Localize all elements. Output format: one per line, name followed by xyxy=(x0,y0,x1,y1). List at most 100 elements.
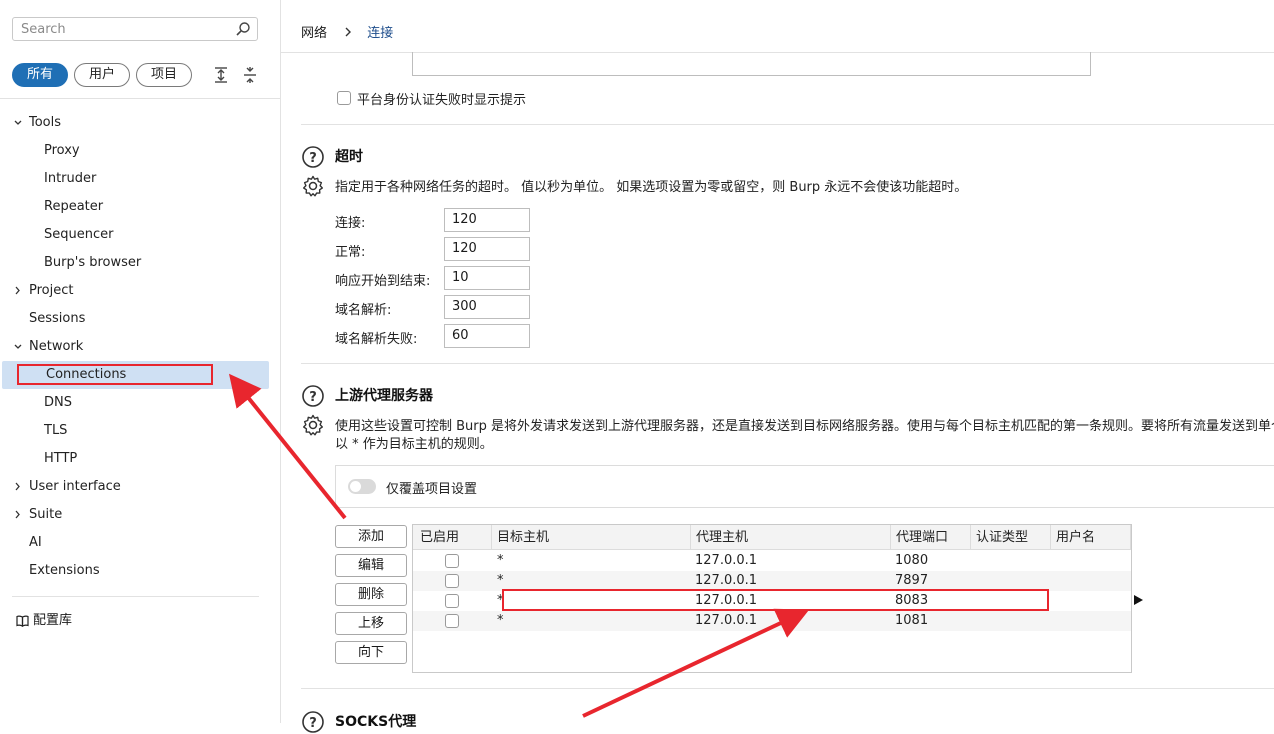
help-icon[interactable]: ? xyxy=(301,145,325,169)
settings-sidebar: 所有 用户 项目 Tools Proxy Intruder Repeater Seque… xyxy=(0,0,281,723)
timeout-input[interactable]: 120 xyxy=(444,237,530,261)
col-proxy-port-header[interactable]: 代理端口 xyxy=(891,525,971,550)
sidebar-item-label: Intruder xyxy=(44,171,97,186)
cell-proxy-host: 127.0.0.1 xyxy=(695,613,758,628)
sidebar-item-label: Burp's browser xyxy=(44,255,142,270)
move-up-button[interactable]: 上移 xyxy=(335,612,407,635)
help-icon[interactable]: ? xyxy=(301,710,325,734)
sidebar-item-repeater[interactable]: Repeater xyxy=(0,193,270,221)
svg-text:?: ? xyxy=(309,151,317,166)
chevron-right-icon[interactable] xyxy=(12,501,24,529)
upstream-description-line1: 使用这些设置可控制 Burp 是将外发请求发送到上游代理服务器，还是直接发送到目… xyxy=(335,419,1274,434)
chevron-right-icon[interactable] xyxy=(12,473,24,501)
platform-auth-checkbox[interactable] xyxy=(337,91,351,105)
chevron-right-icon[interactable] xyxy=(12,277,24,305)
table-row[interactable] xyxy=(413,611,1131,631)
filter-all-button[interactable]: 所有 xyxy=(12,63,68,87)
timeout-label: 连接: xyxy=(335,216,366,231)
sidebar-item-dns[interactable]: DNS xyxy=(0,389,270,417)
timeout-input[interactable]: 300 xyxy=(444,295,530,319)
table-row[interactable] xyxy=(413,551,1131,571)
sidebar-item-sessions[interactable]: Sessions xyxy=(0,305,270,333)
cell-proxy-host: 127.0.0.1 xyxy=(695,573,758,588)
sidebar-item-label: HTTP xyxy=(44,451,78,466)
sidebar-item-tools[interactable]: Tools xyxy=(0,109,270,137)
timeout-label: 域名解析失败: xyxy=(335,332,418,347)
book-icon xyxy=(16,615,29,627)
col-proxy-host-header[interactable]: 代理主机 xyxy=(691,525,891,550)
move-down-button[interactable]: 向下 xyxy=(335,641,407,664)
sidebar-item-suite[interactable]: Suite xyxy=(0,501,270,529)
row-enabled-checkbox[interactable] xyxy=(445,614,459,628)
cell-target: * xyxy=(497,613,504,628)
row-enabled-checkbox[interactable] xyxy=(445,554,459,568)
breadcrumb-parent[interactable]: 网络 xyxy=(301,26,327,41)
row-enabled-checkbox[interactable] xyxy=(445,594,459,608)
gear-icon[interactable] xyxy=(301,413,325,437)
sidebar-item-sequencer[interactable]: Sequencer xyxy=(0,221,270,249)
sidebar-item-network[interactable]: Network xyxy=(0,333,270,361)
socks-title: SOCKS代理 xyxy=(335,714,417,730)
help-icon[interactable]: ? xyxy=(301,384,325,408)
sidebar-item-label: Network xyxy=(29,339,84,354)
sidebar-item-label: Project xyxy=(29,283,74,298)
section-divider xyxy=(301,124,1274,125)
search-box[interactable] xyxy=(12,17,258,41)
col-target-host-header[interactable]: 目标主机 xyxy=(492,525,691,550)
remove-button[interactable]: 删除 xyxy=(335,583,407,606)
filter-project-button[interactable]: 项目 xyxy=(136,63,192,87)
upstream-title: 上游代理服务器 xyxy=(335,388,433,404)
gear-icon[interactable] xyxy=(301,174,325,198)
expand-all-icon[interactable] xyxy=(212,66,230,84)
search-input[interactable] xyxy=(21,19,221,39)
cell-proxy-port: 1081 xyxy=(895,613,929,628)
sidebar-item-http[interactable]: HTTP xyxy=(0,445,270,473)
timeout-label: 域名解析: xyxy=(335,303,392,318)
sidebar-item-proxy[interactable]: Proxy xyxy=(0,137,270,165)
previous-text-area[interactable] xyxy=(412,52,1091,76)
table-row[interactable] xyxy=(413,571,1131,591)
row-enabled-checkbox[interactable] xyxy=(445,574,459,588)
chevron-down-icon[interactable] xyxy=(12,333,24,361)
chevron-right-icon xyxy=(345,27,352,37)
collapse-all-icon[interactable] xyxy=(241,66,259,84)
play-arrow-icon[interactable] xyxy=(1134,595,1143,605)
sidebar-item-tls[interactable]: TLS xyxy=(0,417,270,445)
edit-button[interactable]: 编辑 xyxy=(335,554,407,577)
sidebar-item-label: User interface xyxy=(29,479,121,494)
timeout-input[interactable]: 60 xyxy=(444,324,530,348)
config-library-label: 配置库 xyxy=(33,613,73,628)
search-icon[interactable] xyxy=(235,21,251,37)
sidebar-item-label: Sessions xyxy=(29,311,86,326)
timeout-label: 正常: xyxy=(335,245,366,260)
col-enabled-header[interactable]: 已启用 xyxy=(416,525,492,550)
sidebar-item-ai[interactable]: AI xyxy=(0,529,270,557)
sidebar-item-user-interface[interactable]: User interface xyxy=(0,473,270,501)
sidebar-item-extensions[interactable]: Extensions xyxy=(0,557,270,585)
sidebar-item-label: TLS xyxy=(44,423,68,438)
add-button[interactable]: 添加 xyxy=(335,525,407,548)
timeout-label: 响应开始到结束: xyxy=(335,274,431,289)
cell-target: * xyxy=(497,573,504,588)
col-username-header[interactable]: 用户名 xyxy=(1051,525,1131,550)
section-divider xyxy=(301,688,1274,689)
timeouts-title: 超时 xyxy=(335,149,363,165)
timeout-input[interactable]: 120 xyxy=(444,208,530,232)
sidebar-item-project[interactable]: Project xyxy=(0,277,270,305)
timeout-input[interactable]: 10 xyxy=(444,266,530,290)
divider xyxy=(0,98,280,99)
override-label: 仅覆盖项目设置 xyxy=(386,482,478,497)
svg-text:?: ? xyxy=(309,390,317,405)
breadcrumb: 网络 连接 xyxy=(301,22,393,41)
sidebar-item-label: Sequencer xyxy=(44,227,114,242)
sidebar-item-intruder[interactable]: Intruder xyxy=(0,165,270,193)
override-toggle[interactable] xyxy=(348,479,376,494)
col-auth-type-header[interactable]: 认证类型 xyxy=(971,525,1051,550)
sidebar-item-burp-s-browser[interactable]: Burp's browser xyxy=(0,249,270,277)
cell-proxy-port: 7897 xyxy=(895,573,929,588)
filter-user-button[interactable]: 用户 xyxy=(74,63,130,87)
chevron-down-icon[interactable] xyxy=(12,109,24,137)
annotation-highlight-8083-row xyxy=(502,589,1049,611)
sidebar-item-label: Repeater xyxy=(44,199,104,214)
breadcrumb-current: 连接 xyxy=(367,26,394,41)
